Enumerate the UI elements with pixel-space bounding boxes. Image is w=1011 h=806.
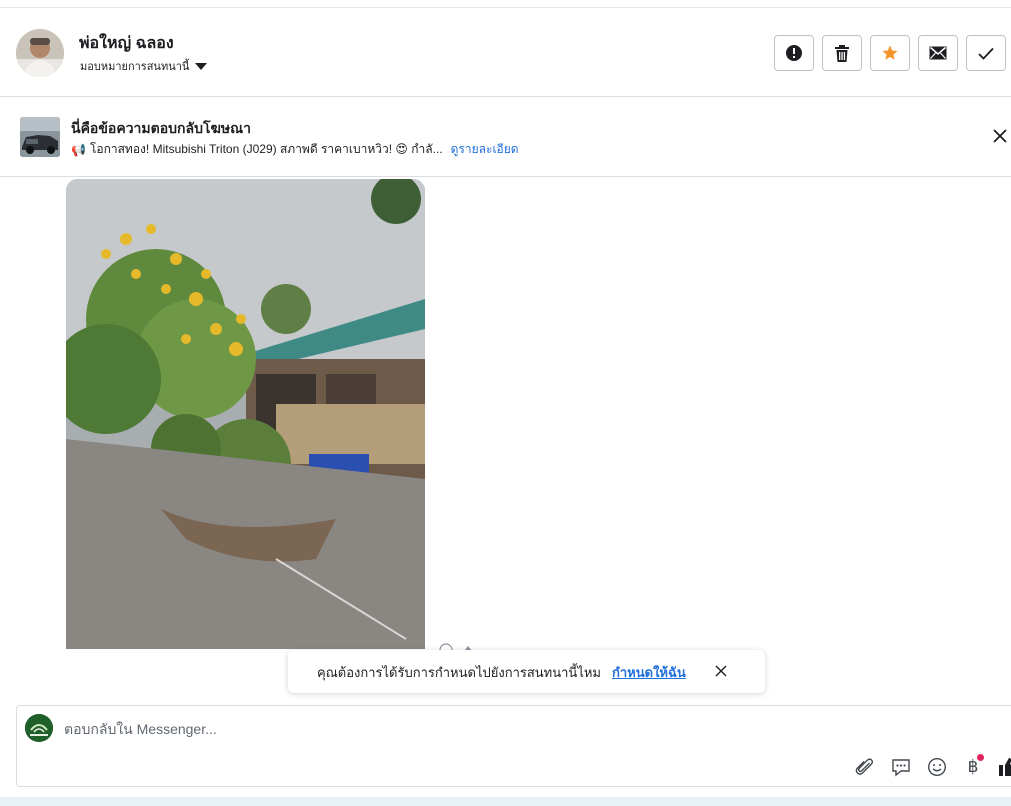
alert-circle-icon — [786, 45, 802, 61]
close-icon[interactable] — [991, 127, 1009, 145]
payment-button[interactable]: ฿ — [955, 754, 991, 779]
mark-done-button[interactable] — [966, 35, 1006, 71]
message-image[interactable] — [66, 179, 425, 649]
assign-conversation-dropdown[interactable]: มอบหมายการสนทนานี้ — [80, 57, 208, 75]
saved-reply-icon — [892, 759, 910, 777]
star-icon — [882, 45, 898, 60]
paperclip-icon — [855, 758, 874, 775]
baht-icon: ฿ — [967, 757, 979, 777]
page-avatar — [25, 714, 53, 742]
ad-text: โอกาสทอง! Mitsubishi Triton (J029) สภาพด… — [89, 142, 443, 156]
ad-reply-banner: นี่คือข้อความตอบกลับโฆษณา 📢 โอกาสทอง! Mi… — [0, 97, 1011, 177]
assign-suggestion-toast: คุณต้องการได้รับการกำหนดไปยังการสนทนานี้… — [288, 650, 765, 693]
assign-label: มอบหมายการสนทนานี้ — [80, 61, 190, 73]
message-composer: ฿ — [16, 705, 1011, 787]
header-actions — [774, 35, 1006, 71]
mark-unread-button[interactable] — [918, 35, 958, 71]
top-divider — [0, 0, 1011, 8]
emoji-button[interactable] — [919, 755, 955, 779]
notification-dot — [977, 754, 984, 761]
attach-button[interactable] — [847, 755, 883, 779]
envelope-icon — [929, 46, 947, 60]
contact-avatar[interactable] — [16, 29, 64, 77]
star-button[interactable] — [870, 35, 910, 71]
toast-message: คุณต้องการได้รับการกำหนดไปยังการสนทนานี้… — [317, 665, 601, 680]
trash-icon — [835, 44, 849, 62]
ad-reply-title: นี่คือข้อความตอบกลับโฆษณา — [71, 120, 251, 136]
conversation-header: พ่อใหญ่ ฉลอง มอบหมายการสนทนานี้ — [0, 9, 1011, 97]
composer-tools: ฿ — [847, 754, 1011, 779]
reply-input[interactable] — [64, 719, 964, 739]
contact-name: พ่อใหญ่ ฉลอง — [79, 35, 174, 52]
bottom-band — [0, 797, 1011, 806]
mark-spam-button[interactable] — [774, 35, 814, 71]
chevron-down-icon — [195, 63, 208, 70]
ad-thumbnail[interactable] — [20, 117, 60, 157]
close-icon[interactable] — [713, 663, 729, 679]
assign-to-me-link[interactable]: กำหนดให้ฉัน — [612, 662, 686, 683]
megaphone-icon: 📢 — [71, 142, 86, 157]
ad-reply-subtitle: 📢 โอกาสทอง! Mitsubishi Triton (J029) สภา… — [71, 140, 519, 159]
saved-replies-button[interactable] — [883, 755, 919, 779]
delete-button[interactable] — [822, 35, 862, 71]
thumbs-up-icon — [999, 758, 1011, 776]
check-icon — [978, 47, 994, 60]
like-button[interactable] — [991, 755, 1011, 779]
ad-details-link[interactable]: ดูรายละเอียด — [451, 140, 519, 159]
emoji-icon — [927, 757, 947, 777]
